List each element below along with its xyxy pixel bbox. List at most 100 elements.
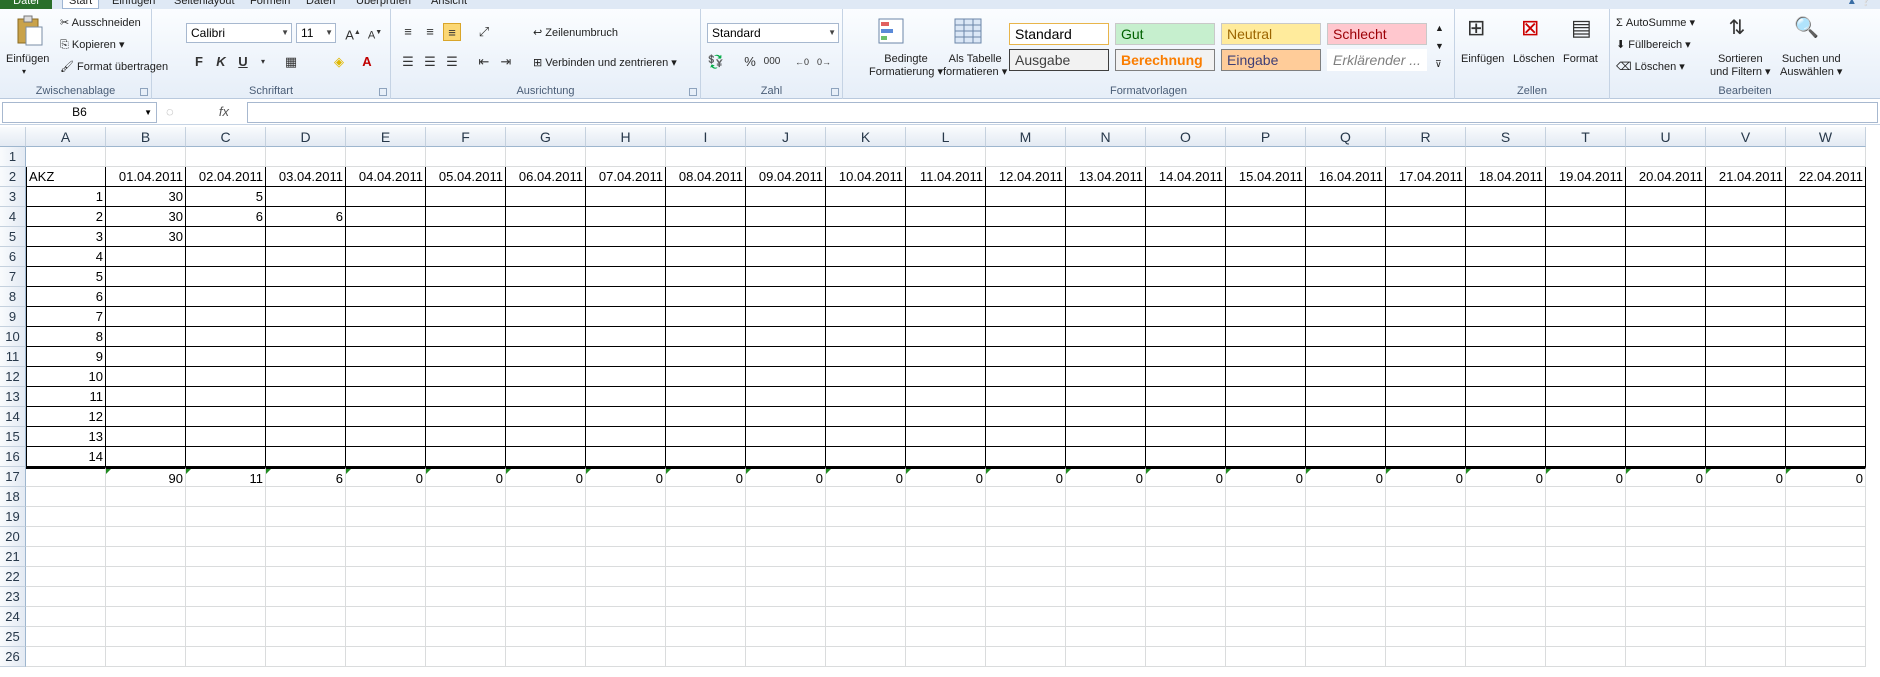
sort-filter-button[interactable]: Sortieren und Filtern ▾	[1710, 53, 1771, 78]
cell-D23[interactable]	[266, 587, 346, 607]
cell-I26[interactable]	[666, 647, 746, 667]
cell-J6[interactable]	[746, 247, 826, 267]
dialog-launcher-icon[interactable]	[689, 88, 697, 96]
cell-F22[interactable]	[426, 567, 506, 587]
cell-U3[interactable]	[1626, 187, 1706, 207]
cell-W18[interactable]	[1786, 487, 1866, 507]
cell-R16[interactable]	[1386, 447, 1466, 467]
cell-V18[interactable]	[1706, 487, 1786, 507]
cell-P23[interactable]	[1226, 587, 1306, 607]
cell-R6[interactable]	[1386, 247, 1466, 267]
cell-W24[interactable]	[1786, 607, 1866, 627]
cell-F17[interactable]: 0	[426, 467, 506, 487]
cell-J17[interactable]: 0	[746, 467, 826, 487]
cell-N5[interactable]	[1066, 227, 1146, 247]
cell-L23[interactable]	[906, 587, 986, 607]
cell-I12[interactable]	[666, 367, 746, 387]
cell-J22[interactable]	[746, 567, 826, 587]
cell-F21[interactable]	[426, 547, 506, 567]
cell-C20[interactable]	[186, 527, 266, 547]
error-indicator-icon[interactable]	[906, 469, 911, 474]
row-header[interactable]: 18	[0, 487, 26, 507]
cell-U2[interactable]: 20.04.2011	[1626, 167, 1706, 187]
cell-C6[interactable]	[186, 247, 266, 267]
cell-F3[interactable]	[426, 187, 506, 207]
cell-U16[interactable]	[1626, 447, 1706, 467]
cell-S11[interactable]	[1466, 347, 1546, 367]
cell-N3[interactable]	[1066, 187, 1146, 207]
cell-A13[interactable]: 11	[26, 387, 106, 407]
cell-Q3[interactable]	[1306, 187, 1386, 207]
cell-W21[interactable]	[1786, 547, 1866, 567]
cell-F20[interactable]	[426, 527, 506, 547]
cell-L12[interactable]	[906, 367, 986, 387]
cell-S16[interactable]	[1466, 447, 1546, 467]
cell-R11[interactable]	[1386, 347, 1466, 367]
cell-J2[interactable]: 09.04.2011	[746, 167, 826, 187]
row-header[interactable]: 12	[0, 367, 26, 387]
cell-A21[interactable]	[26, 547, 106, 567]
cell-L15[interactable]	[906, 427, 986, 447]
cell-I7[interactable]	[666, 267, 746, 287]
cell-J25[interactable]	[746, 627, 826, 647]
shrink-font-icon[interactable]: A▼	[366, 24, 384, 42]
column-header[interactable]: I	[666, 127, 746, 147]
cell-C19[interactable]	[186, 507, 266, 527]
cell-M11[interactable]	[986, 347, 1066, 367]
bold-button[interactable]: F	[190, 53, 208, 71]
cell-D3[interactable]	[266, 187, 346, 207]
error-indicator-icon[interactable]	[1226, 469, 1231, 474]
cell-L17[interactable]: 0	[906, 467, 986, 487]
cell-B23[interactable]	[106, 587, 186, 607]
cell-K16[interactable]	[826, 447, 906, 467]
cell-T10[interactable]	[1546, 327, 1626, 347]
cell-I20[interactable]	[666, 527, 746, 547]
cell-S15[interactable]	[1466, 427, 1546, 447]
row-header[interactable]: 24	[0, 607, 26, 627]
cell-O18[interactable]	[1146, 487, 1226, 507]
error-indicator-icon[interactable]	[506, 469, 511, 474]
cell-U5[interactable]	[1626, 227, 1706, 247]
cell-S5[interactable]	[1466, 227, 1546, 247]
cell-I8[interactable]	[666, 287, 746, 307]
cell-F16[interactable]	[426, 447, 506, 467]
align-top-icon[interactable]: ≡	[399, 23, 417, 41]
cell-M16[interactable]	[986, 447, 1066, 467]
cell-M17[interactable]: 0	[986, 467, 1066, 487]
cell-J15[interactable]	[746, 427, 826, 447]
cell-D19[interactable]	[266, 507, 346, 527]
cell-P19[interactable]	[1226, 507, 1306, 527]
cell-C16[interactable]	[186, 447, 266, 467]
cell-G13[interactable]	[506, 387, 586, 407]
cell-K9[interactable]	[826, 307, 906, 327]
align-center-icon[interactable]: ☰	[421, 53, 439, 71]
error-indicator-icon[interactable]	[586, 469, 591, 474]
cell-K24[interactable]	[826, 607, 906, 627]
cell-P20[interactable]	[1226, 527, 1306, 547]
cell-I23[interactable]	[666, 587, 746, 607]
cell-Q13[interactable]	[1306, 387, 1386, 407]
number-format-select[interactable]: Standard ▼	[707, 23, 839, 43]
cell-T7[interactable]	[1546, 267, 1626, 287]
cell-J23[interactable]	[746, 587, 826, 607]
cell-W20[interactable]	[1786, 527, 1866, 547]
cell-G26[interactable]	[506, 647, 586, 667]
cell-T4[interactable]	[1546, 207, 1626, 227]
cell-P24[interactable]	[1226, 607, 1306, 627]
cell-N15[interactable]	[1066, 427, 1146, 447]
cell-L24[interactable]	[906, 607, 986, 627]
cell-O22[interactable]	[1146, 567, 1226, 587]
cell-V14[interactable]	[1706, 407, 1786, 427]
column-header[interactable]: B	[106, 127, 186, 147]
row-header[interactable]: 14	[0, 407, 26, 427]
cell-C14[interactable]	[186, 407, 266, 427]
cell-E4[interactable]	[346, 207, 426, 227]
cell-H25[interactable]	[586, 627, 666, 647]
grow-font-icon[interactable]: A▲	[344, 24, 362, 42]
cell-Q16[interactable]	[1306, 447, 1386, 467]
cell-A18[interactable]	[26, 487, 106, 507]
cell-K7[interactable]	[826, 267, 906, 287]
cell-F14[interactable]	[426, 407, 506, 427]
row-header[interactable]: 20	[0, 527, 26, 547]
row-header[interactable]: 1	[0, 147, 26, 167]
